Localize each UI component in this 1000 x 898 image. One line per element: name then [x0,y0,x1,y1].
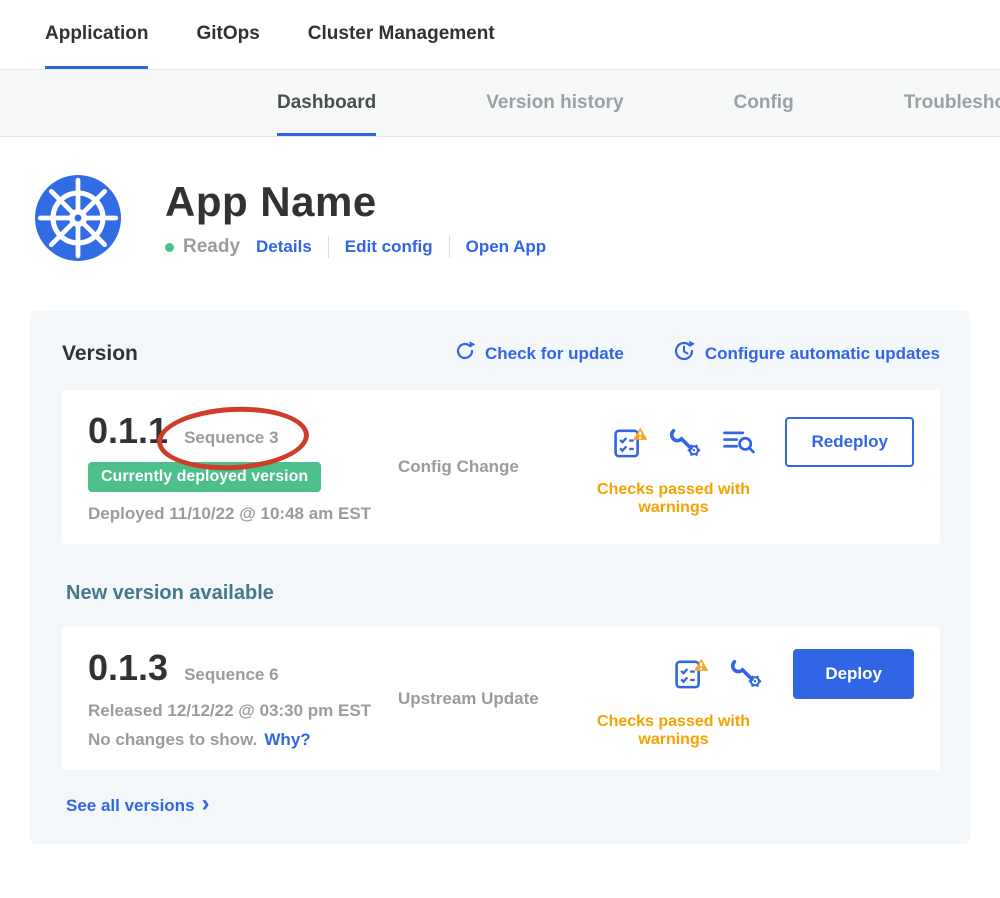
tab-cluster-management[interactable]: Cluster Management [308,0,495,69]
currently-deployed-badge: Currently deployed version [88,462,321,492]
page-title: App Name [165,178,546,226]
divider [449,236,450,258]
configure-auto-updates-label: Configure automatic updates [705,344,940,364]
divider [328,236,329,258]
see-all-versions-label: See all versions [66,796,195,816]
preflight-checklist-warning-icon[interactable] [674,657,709,690]
view-files-icon[interactable] [722,428,755,456]
tab-application-label: Application [45,23,148,45]
tab-config[interactable]: Config [734,70,794,136]
configure-auto-updates-link[interactable]: Configure automatic updates [672,339,940,368]
no-changes-text: No changes to show. [88,730,257,750]
wrench-gear-icon[interactable] [729,658,763,689]
version-card-title: Version [62,342,454,366]
refresh-icon [454,340,476,367]
current-release-card: 0.1.1 Sequence 3 Currently deployed vers… [62,390,940,544]
tab-version-history[interactable]: Version history [486,70,623,136]
tab-dashboard[interactable]: Dashboard [277,70,376,136]
kubernetes-logo-icon [35,175,121,261]
app-meta-row: Ready Details Edit config Open App [165,236,546,258]
tab-gitops[interactable]: GitOps [196,0,259,69]
open-app-link[interactable]: Open App [466,237,547,257]
tab-cluster-management-label: Cluster Management [308,23,495,45]
wrench-gear-icon[interactable] [668,427,702,458]
current-version-number: 0.1.1 [88,410,168,452]
new-checks-status: Checks passed with warnings [583,713,914,749]
check-for-update-link[interactable]: Check for update [454,339,624,368]
why-link[interactable]: Why? [264,730,310,750]
preflight-checklist-warning-icon[interactable] [613,426,648,459]
edit-config-link[interactable]: Edit config [345,237,433,257]
tab-gitops-label: GitOps [196,23,259,45]
tab-version-history-label: Version history [486,92,623,114]
tab-dashboard-label: Dashboard [277,92,376,114]
status-dot-icon [165,243,174,252]
status-badge: Ready [165,236,240,258]
current-release-source: Config Change [398,457,519,477]
current-checks-status: Checks passed with warnings [583,481,914,517]
new-release-card: 0.1.3 Sequence 6 Released 12/12/22 @ 03:… [62,627,940,770]
scheduled-refresh-icon [672,339,696,368]
deploy-button[interactable]: Deploy [793,649,914,699]
new-version-heading: New version available [66,582,940,605]
tab-troubleshoot-label: Troubleshoot [904,92,1000,114]
new-version-number: 0.1.3 [88,647,168,689]
deployed-date: Deployed 11/10/22 @ 10:48 am EST [88,504,398,524]
primary-nav: Application GitOps Cluster Management [0,0,1000,70]
version-card: Version Check for update [30,311,970,844]
see-all-versions-link[interactable]: See all versions › [66,796,940,816]
app-header: App Name Ready Details Edit config Open … [35,175,1000,261]
redeploy-button[interactable]: Redeploy [785,417,914,467]
tab-config-label: Config [734,92,794,114]
check-for-update-label: Check for update [485,344,624,364]
tab-application[interactable]: Application [45,0,148,69]
app-status-text: Ready [183,236,240,258]
tab-troubleshoot[interactable]: Troubleshoot [904,70,1000,136]
new-release-source: Upstream Update [398,689,539,709]
details-link[interactable]: Details [256,237,312,257]
chevron-right-icon: › [202,794,210,813]
released-date: Released 12/12/22 @ 03:30 pm EST [88,701,398,721]
new-sequence-label: Sequence 6 [184,665,279,684]
app-sub-nav: Dashboard Version history Config Trouble… [0,70,1000,137]
current-sequence-label: Sequence 3 [184,428,279,447]
